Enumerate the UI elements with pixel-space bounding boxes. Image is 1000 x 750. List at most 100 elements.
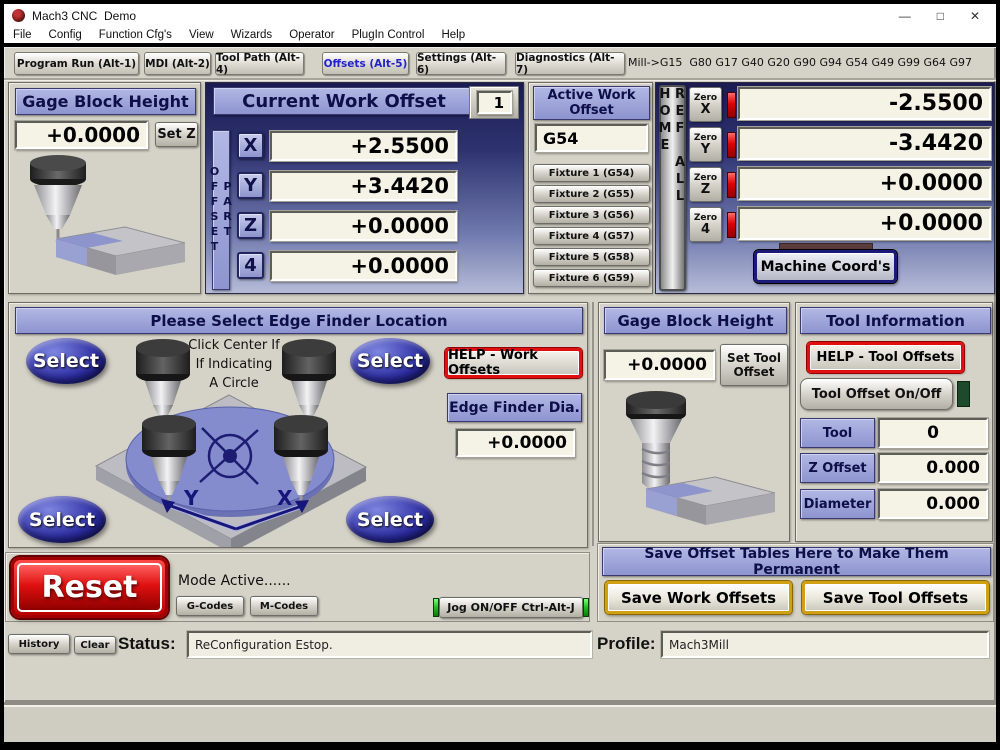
gage-block-height-dro[interactable]: +0.0000 <box>15 121 148 149</box>
tab-settings[interactable]: Settings (Alt-6) <box>416 52 506 75</box>
machine-x-dro[interactable]: -2.5500 <box>738 87 991 120</box>
select-button-bottom-right[interactable]: Select <box>346 496 434 543</box>
tool-offset-toggle-button[interactable]: Tool Offset On/Off <box>800 378 953 410</box>
close-button[interactable]: ✕ <box>970 9 980 23</box>
menu-wizards[interactable]: Wizards <box>231 29 273 41</box>
fixture-5-button[interactable]: Fixture 5 (G58) <box>533 248 650 266</box>
m-codes-button[interactable]: M-Codes <box>250 596 318 616</box>
menu-function-cfgs[interactable]: Function Cfg's <box>99 29 172 41</box>
tab-tool-path[interactable]: Tool Path (Alt-4) <box>215 52 304 75</box>
svg-text:X: X <box>277 486 293 510</box>
reset-mode-panel: Reset Mode Active...... G-Codes M-Codes … <box>5 552 590 622</box>
z-offset-dro-tool[interactable]: 0.000 <box>878 453 988 483</box>
edge-finder-dia-label: Edge Finder Dia. <box>447 393 582 422</box>
ref-all-home-button[interactable]: REF ALL HOME <box>659 85 686 291</box>
vertical-divider <box>592 302 594 546</box>
fixture-6-button[interactable]: Fixture 6 (G59) <box>533 269 650 287</box>
x-axis-led <box>727 92 736 118</box>
menu-operator[interactable]: Operator <box>289 29 334 41</box>
menu-file[interactable]: File <box>13 29 32 41</box>
window-footer-area <box>4 702 996 742</box>
maximize-button[interactable]: □ <box>937 9 944 23</box>
fixture-2-button[interactable]: Fixture 2 (G55) <box>533 185 650 203</box>
tool-gage-block-dro[interactable]: +0.0000 <box>604 350 715 380</box>
current-work-offset-panel: Current Work Offset 1 PART OFFSET X +2.5… <box>205 82 524 294</box>
set-tool-offset-button[interactable]: Set Tool Offset <box>720 344 788 386</box>
tool-information-panel: Tool Information HELP - Tool Offsets Too… <box>795 302 993 542</box>
offset-selector-frame: 1 <box>469 86 519 119</box>
offset-number-selector[interactable]: 1 <box>477 91 512 114</box>
diameter-label: Diameter <box>800 489 875 519</box>
save-offsets-panel: Save Offset Tables Here to Make Them Per… <box>597 543 994 622</box>
tool-number-label: Tool <box>800 418 875 448</box>
zero-x-button[interactable]: Zero X <box>689 87 722 122</box>
zero-4-button[interactable]: Zero 4 <box>689 207 722 242</box>
end-mill-illustration <box>611 391 781 537</box>
x-axis-button[interactable]: X <box>237 132 264 159</box>
save-work-offsets-button[interactable]: Save Work Offsets <box>605 581 792 614</box>
jog-on-off-button[interactable]: Jog ON/OFF Ctrl-Alt-J <box>439 597 583 618</box>
jog-toggle-group: Jog ON/OFF Ctrl-Alt-J <box>433 597 589 618</box>
save-offsets-title: Save Offset Tables Here to Make Them Per… <box>602 547 991 576</box>
help-work-offsets-button[interactable]: HELP - Work Offsets <box>445 348 582 378</box>
z-offset-dro[interactable]: +0.0000 <box>270 211 457 241</box>
machine-4-dro[interactable]: +0.0000 <box>738 207 991 240</box>
a-axis-led <box>727 212 736 238</box>
gage-block-height-title: Gage Block Height <box>15 88 196 115</box>
diameter-dro[interactable]: 0.000 <box>878 489 988 519</box>
save-tool-offsets-button[interactable]: Save Tool Offsets <box>802 581 989 614</box>
machine-coords-button[interactable]: Machine Coord's <box>754 250 897 283</box>
menu-plugin-control[interactable]: PlugIn Control <box>352 29 425 41</box>
probe-illustration <box>17 153 195 291</box>
active-work-offset-title: Active Work Offset <box>533 86 650 120</box>
tool-information-title: Tool Information <box>800 307 991 334</box>
current-work-offset-title: Current Work Offset <box>213 87 475 115</box>
active-offset-dro[interactable]: G54 <box>535 124 648 152</box>
machine-y-dro[interactable]: -3.4420 <box>738 127 991 160</box>
a-offset-dro[interactable]: +0.0000 <box>270 251 457 281</box>
svg-text:Y: Y <box>183 486 199 510</box>
select-button-top-right[interactable]: Select <box>350 338 430 384</box>
history-button[interactable]: History <box>8 634 70 654</box>
active-work-offset-panel: Active Work Offset G54 Fixture 1 (G54) F… <box>528 82 653 294</box>
tab-diagnostics[interactable]: Diagnostics (Alt-7) <box>515 52 625 75</box>
fixture-3-button[interactable]: Fixture 3 (G56) <box>533 206 650 224</box>
a-axis-button[interactable]: 4 <box>237 252 264 279</box>
minimize-button[interactable]: — <box>899 9 911 23</box>
tab-mdi[interactable]: MDI (Alt-2) <box>144 52 211 75</box>
tab-program-run[interactable]: Program Run (Alt-1) <box>14 52 139 75</box>
g-codes-button[interactable]: G-Codes <box>176 596 244 616</box>
set-z-button[interactable]: Set Z <box>155 122 198 147</box>
window-title: Mach3 CNC Demo <box>32 9 136 23</box>
machine-coords-indicator-bar <box>779 243 873 250</box>
tool-number-dro[interactable]: 0 <box>878 418 988 448</box>
menu-view[interactable]: View <box>189 29 214 41</box>
select-button-bottom-left[interactable]: Select <box>18 496 106 543</box>
clear-button[interactable]: Clear <box>74 636 116 654</box>
jog-led-right <box>583 598 589 617</box>
menu-help[interactable]: Help <box>441 29 465 41</box>
profile-label: Profile: <box>597 634 656 654</box>
help-tool-offsets-button[interactable]: HELP - Tool Offsets <box>807 342 964 373</box>
app-icon <box>12 9 25 22</box>
z-axis-button[interactable]: Z <box>237 212 264 239</box>
zero-z-button[interactable]: Zero Z <box>689 167 722 202</box>
edge-finder-dia-dro[interactable]: +0.0000 <box>456 429 575 457</box>
gcode-modal-readout: Mill->G15 G80 G17 G40 G20 G90 G94 G54 G4… <box>628 56 972 69</box>
fixture-4-button[interactable]: Fixture 4 (G57) <box>533 227 650 245</box>
reset-button[interactable]: Reset <box>11 557 168 618</box>
x-offset-dro[interactable]: +2.5500 <box>270 131 457 161</box>
y-axis-button[interactable]: Y <box>237 172 264 199</box>
menu-config[interactable]: Config <box>49 29 82 41</box>
select-button-top-left[interactable]: Select <box>26 338 106 384</box>
fixture-1-button[interactable]: Fixture 1 (G54) <box>533 164 650 182</box>
z-axis-led <box>727 172 736 198</box>
zero-y-button[interactable]: Zero Y <box>689 127 722 162</box>
y-offset-dro[interactable]: +3.4420 <box>270 171 457 201</box>
tab-divider <box>4 78 996 80</box>
z-offset-label: Z Offset <box>800 453 875 483</box>
main-screen: Program Run (Alt-1) MDI (Alt-2) Tool Pat… <box>4 47 996 702</box>
tab-offsets[interactable]: Offsets (Alt-5) <box>322 52 409 75</box>
machine-z-dro[interactable]: +0.0000 <box>738 167 991 200</box>
tool-offset-led <box>957 381 970 407</box>
